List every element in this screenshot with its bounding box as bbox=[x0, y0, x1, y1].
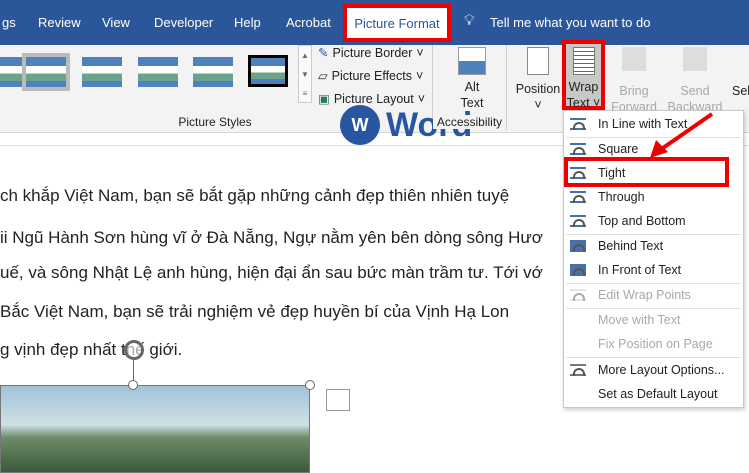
menu-item-behind-text[interactable]: Behind Text bbox=[564, 234, 743, 258]
paragraph-line: g vịnh đẹp nhất thế giới. bbox=[0, 340, 183, 359]
menu-item-in-front-of-text[interactable]: In Front of Text bbox=[564, 258, 743, 282]
send-backward-icon bbox=[683, 47, 707, 71]
alt-text-icon bbox=[458, 47, 486, 75]
pen-icon: ✎ bbox=[318, 46, 329, 60]
menu-item-set-default-layout[interactable]: Set as Default Layout bbox=[564, 382, 743, 406]
layout-options-icon bbox=[570, 364, 586, 376]
position-icon bbox=[527, 47, 549, 75]
wrap-text-icon bbox=[572, 47, 595, 75]
red-arrow-icon bbox=[650, 112, 714, 158]
edit-wrap-points-icon bbox=[570, 289, 586, 301]
tab-help[interactable]: Help bbox=[234, 15, 261, 30]
effects-icon: ▱ bbox=[318, 69, 328, 83]
menu-item-fix-position: Fix Position on Page bbox=[598, 337, 713, 351]
in-front-text-icon bbox=[570, 264, 586, 276]
paragraph-line: ch khắp Việt Nam, bạn sẽ bắt gặp những c… bbox=[0, 186, 510, 205]
square-wrap-icon bbox=[570, 143, 586, 155]
menu-item-through[interactable]: Through bbox=[564, 185, 743, 209]
tab-review[interactable]: Review bbox=[38, 15, 81, 30]
resize-handle[interactable] bbox=[305, 380, 315, 390]
tab-settings[interactable]: gs bbox=[2, 15, 16, 30]
gallery-scroll[interactable]: ▲ ▼ ≡ bbox=[298, 45, 312, 103]
menu-item-more-layout-options[interactable]: More Layout Options... bbox=[564, 358, 743, 382]
bring-forward-icon bbox=[622, 47, 646, 71]
picture-style-thumb[interactable] bbox=[193, 57, 233, 87]
group-label-accessibility: Accessibility bbox=[433, 115, 506, 129]
ribbon-tab-bar: gs Review View Developer Help Acrobat Pi… bbox=[0, 0, 749, 45]
resize-handle[interactable] bbox=[128, 380, 138, 390]
layout-options-icon[interactable] bbox=[326, 389, 350, 411]
word-logo-icon: W bbox=[340, 105, 380, 145]
bring-forward-button[interactable]: Bring Forward bbox=[606, 47, 662, 115]
tell-me-search[interactable]: Tell me what you want to do bbox=[490, 15, 650, 30]
paragraph-line: ii Ngũ Hành Sơn hùng vĩ ở Đà Nẵng, Ngự n… bbox=[0, 228, 543, 247]
picture-style-thumb[interactable] bbox=[248, 55, 288, 87]
layout-icon: ▣ bbox=[318, 92, 330, 106]
chevron-down-icon: ˅ bbox=[415, 68, 424, 83]
through-wrap-icon bbox=[570, 191, 586, 203]
selected-picture-ha-long-bay[interactable] bbox=[0, 385, 310, 473]
menu-item-move-with-text: Move with Text bbox=[598, 313, 681, 327]
picture-effects-button[interactable]: ▱ Picture Effects ˅ bbox=[318, 68, 424, 84]
tab-view[interactable]: View bbox=[102, 15, 130, 30]
picture-border-button[interactable]: ✎ Picture Border ˅ bbox=[318, 45, 424, 61]
top-bottom-wrap-icon bbox=[570, 215, 586, 227]
lightbulb-icon: 💡︎ bbox=[464, 12, 475, 29]
menu-item-edit-wrap-points: Edit Wrap Points bbox=[564, 283, 743, 307]
menu-item-top-and-bottom[interactable]: Top and Bottom bbox=[564, 209, 743, 233]
tab-acrobat[interactable]: Acrobat bbox=[286, 15, 331, 30]
picture-style-thumb[interactable] bbox=[82, 57, 122, 87]
inline-icon bbox=[570, 118, 586, 130]
send-backward-button[interactable]: Send Backward bbox=[664, 47, 726, 115]
picture-style-thumb[interactable] bbox=[138, 57, 178, 87]
behind-text-icon bbox=[570, 240, 586, 252]
rotate-handle-icon[interactable] bbox=[124, 340, 144, 360]
chevron-down-icon: ˅ bbox=[416, 45, 424, 60]
paragraph-line: uế, và sông Nhật Lệ anh hùng, hiện đại ẩ… bbox=[0, 263, 543, 282]
tab-developer[interactable]: Developer bbox=[154, 15, 213, 30]
selection-pane-button[interactable]: Sel bbox=[732, 83, 749, 99]
picture-style-thumb[interactable] bbox=[22, 53, 70, 91]
paragraph-line: Bắc Việt Nam, bạn sẽ trải nghiệm vẻ đẹp … bbox=[0, 302, 510, 321]
tab-picture-format[interactable]: Picture Format bbox=[343, 4, 451, 42]
